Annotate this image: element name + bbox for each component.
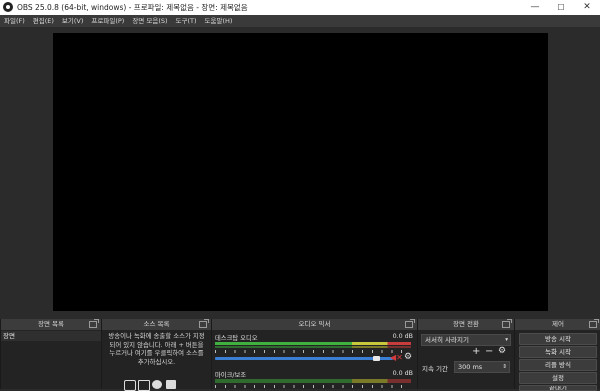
media-file-icon [124,380,136,391]
sources-dock-title: 소스 목록 [143,320,170,328]
obs-logo-icon [3,2,13,12]
controls-dock-title: 제어 [552,320,564,328]
controls-dock-header: 제어 [515,319,600,330]
mute-speaker-icon[interactable]: ◀✕ [390,353,403,362]
menu-edit[interactable]: 편집(E) [29,15,58,27]
exit-button[interactable]: 끝내기 [519,385,597,391]
preview-canvas[interactable] [53,33,548,311]
undock-icon[interactable] [502,319,512,328]
scenes-dock: 장면 목록 장면 [0,319,101,389]
camera-icon [166,380,176,389]
mic-aux-meter [215,379,411,383]
sources-empty-hint[interactable]: 방송이나 녹화에 송출할 소스가 지정되어 있지 않습니다. 아래 + 버튼을 … [106,332,207,366]
close-button[interactable]: ✕ [574,0,600,15]
undock-icon[interactable] [405,319,415,328]
maximize-button[interactable]: ☐ [548,0,574,15]
menu-file[interactable]: 파일(F) [0,15,29,27]
browser-globe-icon [152,380,162,389]
desktop-audio-label: 데스크탑 오디오 [215,335,258,342]
menu-help[interactable]: 도움말(H) [201,15,237,27]
desktop-audio-meter-secondary [215,346,411,348]
start-recording-button[interactable]: 녹화 시작 [519,346,597,358]
settings-button[interactable]: 설정 [519,372,597,384]
transition-settings-gear-icon[interactable]: ⚙ [498,346,506,356]
undock-icon[interactable] [89,319,99,328]
scenes-dock-header: 장면 목록 [1,319,101,330]
scene-list-item[interactable]: 장면 [1,331,101,341]
undock-icon[interactable] [589,319,599,328]
scenes-dock-title: 장면 목록 [38,320,64,328]
desktop-audio-volume-handle[interactable] [373,356,380,361]
audio-mixer-dock-header: 오디오 믹서 [212,319,417,330]
menu-profile[interactable]: 프로파일(P) [87,15,128,27]
sources-dock-header: 소스 목록 [102,319,211,330]
desktop-audio-volume-slider[interactable] [215,357,393,360]
transition-type-value: 서서히 사라지기 [425,336,469,344]
mic-aux-db: 0.0 dB [392,370,413,377]
menu-scene-collection[interactable]: 장면 모음(S) [128,15,171,27]
mic-aux-label: 마이크/보조 [215,372,247,379]
minimize-button[interactable]: — [522,0,548,15]
gear-icon[interactable]: ⚙ [404,352,412,362]
mic-aux-scale [215,385,411,388]
transition-type-select[interactable]: 서서히 사라지기 ▾ [421,334,511,346]
remove-transition-button[interactable]: − [485,346,493,357]
audio-mixer-dock: 오디오 믹서 데스크탑 오디오 0.0 dB ◀✕ ⚙ 마이크/보조 0.0 d… [211,319,417,389]
desktop-audio-db: 0.0 dB [392,333,413,340]
menu-bar: 파일(F) 편집(E) 보기(V) 프로파일(P) 장면 모음(S) 도구(T)… [0,15,600,27]
start-streaming-button[interactable]: 방송 시작 [519,333,597,345]
scene-transitions-dock: 장면 전환 서서히 사라지기 ▾ + − ⚙ 지속 기간 300 ms ⇕ [417,319,514,389]
audio-mixer-dock-title: 오디오 믹서 [298,320,331,328]
desktop-audio-meter [215,342,411,345]
menu-view[interactable]: 보기(V) [58,15,87,27]
duration-spinbox[interactable]: 300 ms ⇕ [454,361,510,373]
transitions-dock-title: 장면 전환 [453,320,479,328]
spin-arrows-icon[interactable]: ⇕ [502,362,507,372]
transitions-dock-header: 장면 전환 [418,319,514,330]
menu-tools[interactable]: 도구(T) [172,15,201,27]
undock-icon[interactable] [199,319,209,328]
sources-dock: 소스 목록 방송이나 녹화에 송출할 소스가 지정되어 있지 않습니다. 아래 … [101,319,211,391]
title-bar: OBS 25.0.8 (64-bit, windows) - 프로파일: 제목없… [0,0,600,15]
controls-dock: 제어 방송 시작 녹화 시작 리플 방식 설정 끝내기 [514,319,600,391]
duration-label: 지속 기간 [422,365,448,373]
studio-mode-button[interactable]: 리플 방식 [519,359,597,371]
window-title: OBS 25.0.8 (64-bit, windows) - 프로파일: 제목없… [17,3,248,12]
display-capture-icon [138,380,150,391]
chevron-down-icon: ▾ [505,337,508,343]
desktop-audio-scale [215,350,411,353]
add-transition-button[interactable]: + [472,346,480,357]
duration-value: 300 ms [458,363,483,371]
